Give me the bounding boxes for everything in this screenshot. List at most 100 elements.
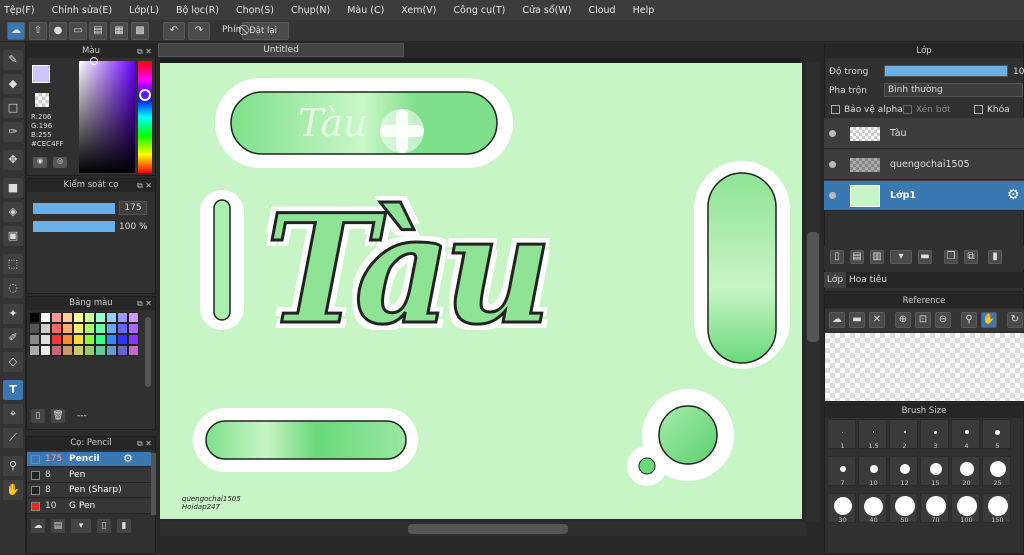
brush-item[interactable]: 8 Pen (Sharp) <box>27 483 151 498</box>
rotate-icon[interactable]: ↻ <box>1007 312 1023 328</box>
palette-swatch[interactable] <box>51 345 62 356</box>
brush-size-option[interactable]: 15 <box>920 456 949 487</box>
new-layer-icon[interactable]: ▯ <box>830 250 844 264</box>
duplicate-layer-icon[interactable]: ❐ <box>944 250 958 264</box>
trash-icon[interactable]: ▮ <box>988 250 1002 264</box>
gear-icon[interactable]: ⚙ <box>1007 187 1020 203</box>
drawing-canvas[interactable]: Tàu Tàu quengochai1505 Hoidap247 <box>160 63 802 519</box>
palette-mode-icon[interactable]: ◉ <box>33 157 47 168</box>
brush-tool-icon[interactable]: ✎ <box>3 50 23 70</box>
hue-slider-handle[interactable] <box>139 89 151 101</box>
menu-edit[interactable]: Chỉnh sửa(E) <box>52 5 113 16</box>
palette-swatch[interactable] <box>51 323 62 334</box>
transparent-swatch[interactable] <box>35 93 49 107</box>
palette-swatch[interactable] <box>106 345 117 356</box>
select-eraser-tool-icon[interactable]: ◇ <box>3 352 23 372</box>
brush-item[interactable]: 10 G Pen <box>27 498 151 514</box>
palette-swatch[interactable] <box>51 312 62 323</box>
palette-swatch[interactable] <box>73 323 84 334</box>
redo-icon[interactable]: ↷ <box>188 22 210 40</box>
palette-swatch[interactable] <box>128 345 139 356</box>
lock-checkbox[interactable] <box>974 105 983 114</box>
menu-file[interactable]: Tệp(F) <box>4 5 35 16</box>
menu-help[interactable]: Help <box>633 5 655 16</box>
new-file-icon[interactable]: ▭ <box>69 22 87 40</box>
palette-swatch[interactable] <box>95 334 106 345</box>
brush-size-option[interactable]: 7 <box>827 456 856 487</box>
open-image-icon[interactable]: ▬ <box>849 312 865 328</box>
new-layer-icon[interactable]: ▥ <box>870 250 884 264</box>
eye-icon[interactable] <box>829 130 836 137</box>
folder-icon[interactable]: ▬ <box>918 250 932 264</box>
new-palette-icon[interactable]: ▯ <box>31 409 45 423</box>
zoom-out-icon[interactable]: ⊖ <box>935 312 951 328</box>
text-tool-icon[interactable]: T <box>3 380 23 400</box>
brush-size-value[interactable]: 175 <box>119 201 147 215</box>
palette-swatch[interactable] <box>73 334 84 345</box>
brush-settings-icon[interactable]: ▯ <box>97 519 111 533</box>
palette-swatch[interactable] <box>73 345 84 356</box>
palette-swatch[interactable] <box>106 323 117 334</box>
horizontal-scroll-thumb[interactable] <box>408 524 568 534</box>
palette-swatch[interactable] <box>40 345 51 356</box>
tab-navigator[interactable]: Hoa tiêu <box>848 272 888 288</box>
operation-tool-icon[interactable]: ⌖ <box>3 404 23 424</box>
palette-swatch[interactable] <box>128 323 139 334</box>
brush-size-slider[interactable] <box>33 203 115 214</box>
brush-size-option[interactable]: 3 <box>920 419 949 450</box>
palette-swatch[interactable] <box>29 323 40 334</box>
panel-close-icon[interactable]: ⧉ ✕ <box>137 45 152 58</box>
add-layer-icon[interactable]: ▾ <box>890 250 912 264</box>
palette-swatch[interactable] <box>128 334 139 345</box>
vertical-scroll-thumb[interactable] <box>807 232 819 342</box>
divide-tool-icon[interactable]: ⟋ <box>3 428 23 448</box>
brush-size-option[interactable]: 2 <box>889 419 918 450</box>
layer-row-lop1[interactable]: Lớp1 ⚙ <box>824 181 1024 211</box>
select-tool-icon[interactable]: ⬚ <box>3 254 23 274</box>
palette-swatch[interactable] <box>106 312 117 323</box>
brush-size-option[interactable]: 1 <box>827 419 856 450</box>
pen-tool-icon[interactable]: ✑ <box>3 122 23 142</box>
brush-size-option[interactable]: 40 <box>858 493 887 524</box>
palette-swatch[interactable] <box>106 334 117 345</box>
brush-size-option[interactable]: 150 <box>982 493 1011 524</box>
palette-scrollbar[interactable] <box>145 317 151 387</box>
export-icon[interactable]: ⇧ <box>29 22 47 40</box>
reference-view[interactable] <box>825 333 1024 401</box>
primary-color-swatch[interactable] <box>32 65 50 83</box>
menu-filter[interactable]: Bộ lọc(R) <box>176 5 219 16</box>
palette-swatch[interactable] <box>73 312 84 323</box>
hue-slider[interactable] <box>138 61 152 173</box>
menu-layer[interactable]: Lớp(L) <box>129 5 159 16</box>
trash-icon[interactable]: 🗑 <box>51 409 65 423</box>
magic-wand-tool-icon[interactable]: ✦ <box>3 304 23 324</box>
eyedropper-tool-icon[interactable]: ⚲ <box>3 456 23 476</box>
panel-close-icon[interactable]: ⧉ ✕ <box>137 297 152 310</box>
gradient-tool-icon[interactable]: ▣ <box>3 226 23 246</box>
menu-select[interactable]: Chọn(S) <box>236 5 274 16</box>
brush-size-option[interactable]: 100 <box>951 493 980 524</box>
eye-icon[interactable] <box>829 192 836 199</box>
panel-close-icon[interactable]: ⧉ ✕ <box>137 437 152 450</box>
menu-tools[interactable]: Công cụ(T) <box>453 5 505 16</box>
cloud-brush-icon[interactable]: ☁ <box>31 519 45 533</box>
layer-opacity-slider[interactable] <box>884 65 1008 77</box>
select-pen-tool-icon[interactable]: ✐ <box>3 328 23 348</box>
brush-item[interactable]: 8 Pen <box>27 467 151 483</box>
palette-swatch[interactable] <box>117 345 128 356</box>
brush-folder-icon[interactable]: ▮ <box>117 519 131 533</box>
palette-swatch[interactable] <box>84 334 95 345</box>
palette-swatch[interactable] <box>128 312 139 323</box>
palette-swatch[interactable] <box>40 323 51 334</box>
brush-size-option[interactable]: 1.5 <box>858 419 887 450</box>
document-tab[interactable]: Untitled <box>158 43 404 57</box>
palette-swatch[interactable] <box>62 312 73 323</box>
hand-tool-icon[interactable]: ✋ <box>3 480 23 500</box>
palette-swatch[interactable] <box>84 312 95 323</box>
brush-size-option[interactable]: 12 <box>889 456 918 487</box>
layer-row-quengochai[interactable]: quengochai1505 <box>824 150 1024 180</box>
palette-swatch[interactable] <box>29 312 40 323</box>
new-layer-icon[interactable]: ▤ <box>850 250 864 264</box>
palette-swatch[interactable] <box>117 312 128 323</box>
palette-swatch[interactable] <box>95 345 106 356</box>
